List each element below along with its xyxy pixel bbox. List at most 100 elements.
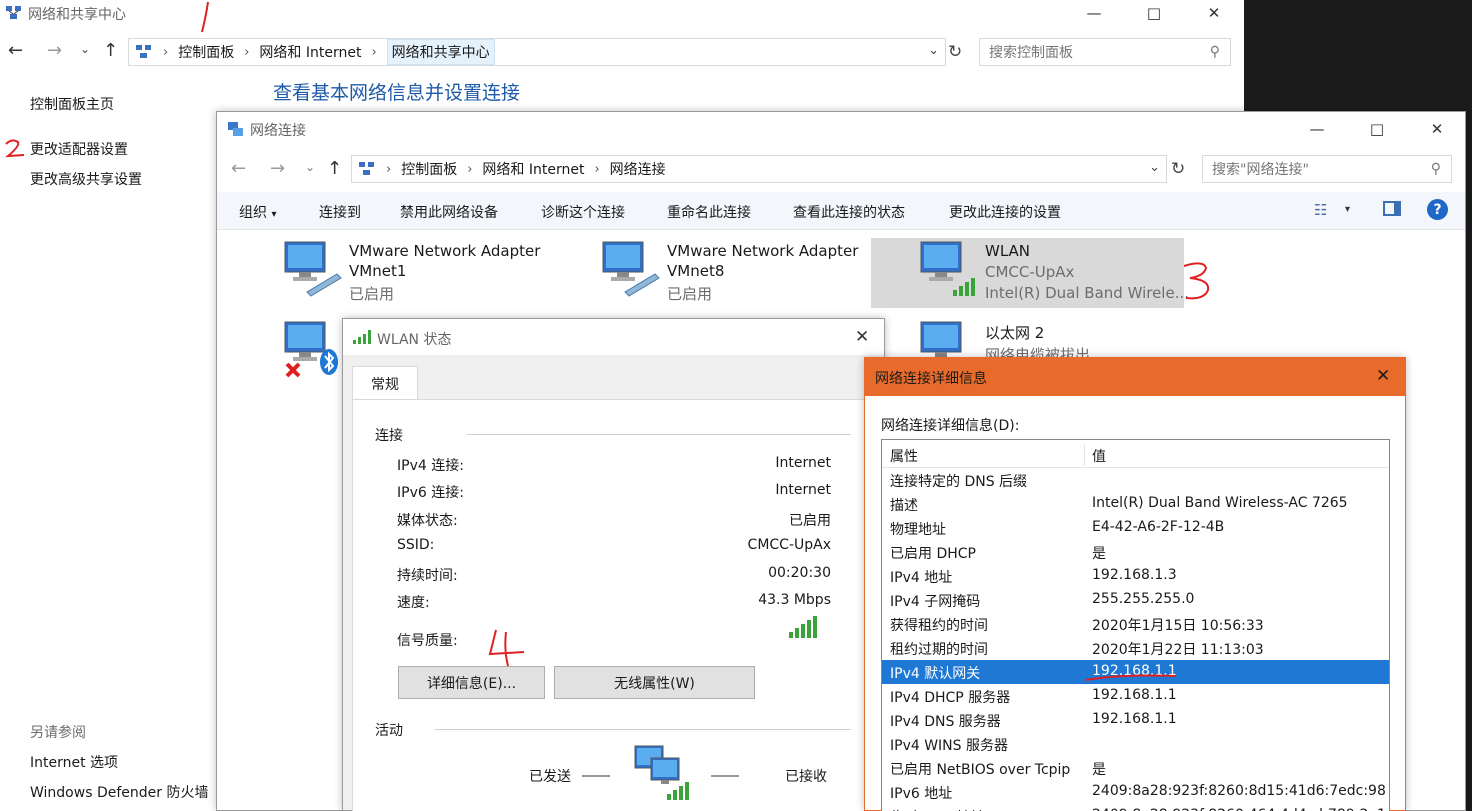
details-row[interactable]: 已启用 NetBIOS over Tcpip 是: [882, 756, 1389, 780]
received-label: 已接收: [785, 769, 827, 785]
minimize-button[interactable]: —: [1064, 0, 1124, 26]
details-row[interactable]: IPv6 地址 2409:8a28:923f:8260:8d15:41d6:7ed…: [882, 780, 1389, 804]
annotation-1: [201, 1, 209, 33]
netconn-search-placeholder: 搜索"网络连接": [1212, 162, 1309, 178]
tab-general[interactable]: 常规: [352, 366, 418, 400]
adapter-wlan[interactable]: WLAN CMCC-UpAx Intel(R) Dual Band Wirele…: [871, 238, 1189, 308]
toolbar-change-settings[interactable]: 更改此连接的设置: [949, 202, 1061, 222]
netconn-maximize-button[interactable]: □: [1347, 116, 1407, 142]
help-icon[interactable]: ?: [1427, 199, 1448, 220]
network-connections-icon: [228, 122, 243, 136]
netconn-close-button[interactable]: ✕: [1407, 116, 1467, 142]
sidebar-item-change-adapter[interactable]: 更改适配器设置: [30, 139, 128, 159]
netconn-search-box[interactable]: 搜索"网络连接" ⚲: [1202, 155, 1452, 183]
details-row[interactable]: 已启用 DHCP 是: [882, 540, 1389, 564]
refresh-icon[interactable]: ↻: [948, 42, 962, 62]
toolbar-connect-to[interactable]: 连接到: [319, 202, 361, 222]
back-arrow-icon[interactable]: ←: [8, 40, 23, 61]
wireless-adapter-icon: [920, 241, 975, 296]
annotation-underline: [1085, 674, 1177, 681]
main-search-box[interactable]: 搜索控制面板 ⚲: [979, 38, 1231, 66]
close-button[interactable]: ✕: [1184, 0, 1244, 26]
netconn-refresh-icon[interactable]: ↻: [1171, 159, 1185, 179]
breadcrumb-chevron-icon: ›: [467, 161, 473, 177]
ipv6-connectivity-value: Internet: [775, 482, 831, 498]
netconn-breadcrumb-control-panel[interactable]: 控制面板: [401, 159, 457, 179]
adapter-vmnet8[interactable]: VMware Network Adapter VMnet8 已启用: [601, 238, 901, 308]
details-row-property: 已启用 DHCP: [890, 546, 976, 562]
netconn-up-arrow-icon[interactable]: ↑: [327, 158, 342, 179]
view-options-icon[interactable]: ☷: [1314, 201, 1327, 219]
details-row[interactable]: IPv4 子网掩码 255.255.255.0: [882, 588, 1389, 612]
search-icon: ⚲: [1430, 161, 1441, 177]
details-grid[interactable]: 属性 值 连接特定的 DNS 后缀 描述 Intel(R) Dual Band Wi…: [881, 439, 1390, 811]
details-row[interactable]: 连接特定的 DNS 后缀: [882, 468, 1389, 492]
adapter-vmnet1[interactable]: VMware Network Adapter VMnet1 已启用: [283, 238, 583, 308]
netconn-forward-arrow-icon[interactable]: →: [270, 158, 285, 179]
details-row-property: 描述: [890, 498, 918, 514]
duration-label: 持续时间:: [397, 568, 458, 584]
speed-value: 43.3 Mbps: [758, 592, 831, 608]
adapter-name: WLAN: [985, 242, 1031, 260]
wireless-properties-button[interactable]: 无线属性(W): [554, 666, 755, 699]
main-address-bar[interactable]: › 控制面板 › 网络和 Internet › 网络和共享中心 ⌄: [128, 38, 946, 66]
netconn-dropdown-chevron-icon[interactable]: ⌄: [1149, 160, 1160, 175]
breadcrumb-control-panel[interactable]: 控制面板: [178, 42, 234, 62]
column-property[interactable]: 属性: [890, 446, 918, 466]
details-row[interactable]: IPv4 DNS 服务器 192.168.1.1: [882, 708, 1389, 732]
connection-group-divider: [467, 434, 851, 435]
breadcrumb-chevron-icon: ›: [386, 161, 392, 177]
adapter-name: 以太网 2: [985, 324, 1045, 342]
details-row-property: 租约过期的时间: [890, 642, 988, 658]
netconn-recent-chevron-icon[interactable]: ⌄: [305, 160, 315, 174]
netconn-breadcrumb-network-connections[interactable]: 网络连接: [610, 159, 666, 179]
search-icon: ⚲: [1209, 44, 1220, 60]
wlan-status-panel: 连接 IPv4 连接: Internet IPv6 连接: Internet 媒…: [352, 399, 876, 811]
toolbar-organize[interactable]: 组织 ▾: [239, 202, 276, 222]
details-row[interactable]: IPv4 地址 192.168.1.3: [882, 564, 1389, 588]
toolbar-organize-label: 组织: [239, 205, 267, 221]
adapter-name: VMware Network Adapter: [349, 242, 541, 260]
details-row[interactable]: 描述 Intel(R) Dual Band Wireless-AC 7265: [882, 492, 1389, 516]
recent-chevron-icon[interactable]: ⌄: [80, 42, 90, 56]
details-row-value: 2409:8a28:923f:8260:8d15:41d6:7edc:98: [1092, 783, 1386, 799]
details-row[interactable]: 临时 IPv6 地址 2409:8a28:923f:8260:464:4d4c:b…: [882, 804, 1389, 811]
details-row[interactable]: 物理地址 E4-42-A6-2F-12-4B: [882, 516, 1389, 540]
see-also-firewall[interactable]: Windows Defender 防火墙: [30, 782, 208, 802]
netconn-breadcrumb-network-internet[interactable]: 网络和 Internet: [482, 159, 584, 179]
details-row-value: 192.168.1.3: [1092, 567, 1177, 583]
wlan-status-close-icon[interactable]: ✕: [855, 327, 869, 347]
forward-arrow-icon[interactable]: →: [47, 40, 62, 61]
details-row-property: IPv6 地址: [890, 786, 953, 802]
toolbar-diagnose[interactable]: 诊断这个连接: [541, 202, 625, 222]
netconn-back-arrow-icon[interactable]: ←: [231, 158, 246, 179]
column-value[interactable]: 值: [1092, 446, 1106, 466]
details-row-value: 2409:8a28:923f:8260:464:4d4c:b789:2a1: [1092, 807, 1386, 811]
maximize-button[interactable]: □: [1124, 0, 1184, 26]
details-button[interactable]: 详细信息(E)...: [398, 666, 545, 699]
details-row[interactable]: 获得租约的时间 2020年1月15日 10:56:33: [882, 612, 1389, 636]
details-row[interactable]: IPv4 DHCP 服务器 192.168.1.1: [882, 684, 1389, 708]
toolbar-rename[interactable]: 重命名此连接: [667, 202, 751, 222]
see-also-internet-options[interactable]: Internet 选项: [30, 752, 118, 772]
up-arrow-icon[interactable]: ↑: [103, 40, 118, 61]
tab-general-label: 常规: [371, 376, 399, 393]
details-row-value: 2020年1月15日 10:56:33: [1092, 618, 1264, 634]
netconn-address-bar[interactable]: › 控制面板 › 网络和 Internet › 网络连接 ⌄: [351, 155, 1167, 183]
details-close-icon[interactable]: ✕: [1376, 366, 1390, 386]
toolbar-view-status[interactable]: 查看此连接的状态: [793, 202, 905, 222]
preview-pane-icon[interactable]: [1383, 201, 1401, 216]
details-row[interactable]: IPv4 WINS 服务器: [882, 732, 1389, 756]
view-dropdown-icon[interactable]: ▾: [1345, 204, 1350, 215]
details-row[interactable]: 租约过期的时间 2020年1月22日 11:13:03: [882, 636, 1389, 660]
sidebar-item-control-panel-home[interactable]: 控制面板主页: [30, 94, 114, 114]
netconn-minimize-button[interactable]: —: [1287, 116, 1347, 142]
received-line: [711, 775, 739, 777]
dropdown-chevron-icon[interactable]: ⌄: [928, 43, 939, 58]
sidebar-item-advanced-sharing[interactable]: 更改高级共享设置: [30, 169, 142, 189]
breadcrumb-network-internet[interactable]: 网络和 Internet: [259, 42, 361, 62]
breadcrumb-network-center[interactable]: 网络和共享中心: [386, 39, 495, 65]
adapter-name: VMware Network Adapter: [667, 242, 859, 260]
details-row-value: 192.168.1.1: [1092, 687, 1177, 703]
toolbar-disable-device[interactable]: 禁用此网络设备: [400, 202, 498, 222]
